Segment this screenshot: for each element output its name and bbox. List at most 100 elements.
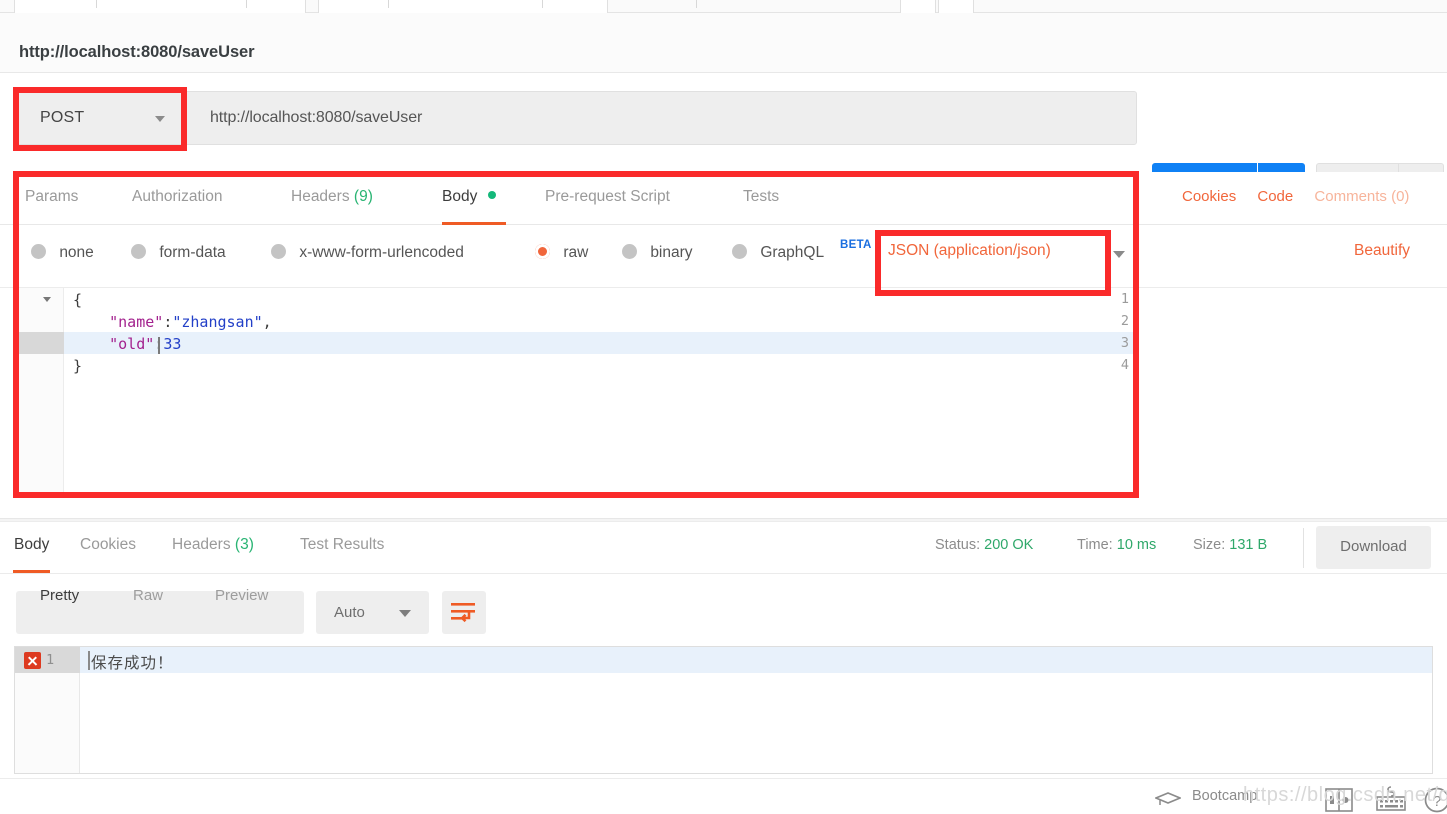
- tab-tests-label: Tests: [743, 188, 780, 205]
- status-value: 200 OK: [984, 537, 1034, 553]
- tab-headers-label: Headers: [291, 188, 350, 205]
- top-tab-strip[interactable]: [0, 0, 1447, 13]
- request-tab-bar: Params Authorization Headers (9) Body Pr…: [0, 172, 1447, 225]
- cookies-link[interactable]: Cookies: [1182, 188, 1236, 205]
- tab-params-label: Params: [25, 188, 79, 205]
- response-tab-body[interactable]: Body: [13, 536, 51, 573]
- divider: [1303, 528, 1304, 568]
- request-title-bar: http://localhost:8080/saveUser: [0, 13, 1447, 73]
- code-fold-toggle-icon[interactable]: [43, 297, 51, 302]
- text-cursor: [158, 337, 160, 354]
- request-right-links: Cookies Code Comments (0): [1165, 188, 1409, 205]
- body-type-none[interactable]: none: [31, 244, 94, 262]
- view-mode-raw[interactable]: Raw: [133, 587, 163, 604]
- response-status: Status: 200 OK: [935, 537, 1033, 553]
- view-mode-pretty[interactable]: Pretty: [40, 587, 79, 604]
- body-type-form-data[interactable]: form-data: [131, 244, 226, 262]
- body-type-urlencoded-label: x-www-form-urlencoded: [299, 244, 464, 261]
- code-link[interactable]: Code: [1257, 188, 1293, 205]
- line-number: 2: [1120, 313, 1129, 329]
- error-marker-icon[interactable]: [24, 652, 41, 669]
- tab-pre-request-script[interactable]: Pre-request Script: [545, 172, 670, 225]
- response-body-text: 保存成功！: [91, 654, 174, 672]
- response-tab-body-label: Body: [14, 536, 50, 553]
- response-tab-headers-label: Headers: [172, 536, 231, 553]
- tab-strip-segment[interactable]: [938, 0, 974, 13]
- response-line-number: 1: [46, 652, 55, 668]
- tab-strip-segment[interactable]: [14, 0, 306, 13]
- response-format-value: Auto: [334, 604, 365, 621]
- word-wrap-button[interactable]: [442, 591, 486, 634]
- tab-strip-segment[interactable]: [318, 0, 608, 13]
- page-title: http://localhost:8080/saveUser: [19, 43, 255, 61]
- status-label: Status:: [935, 537, 981, 553]
- body-type-none-label: none: [59, 244, 94, 261]
- status-bar: Bootcamp ?: [0, 778, 1447, 814]
- response-tab-test-results[interactable]: Test Results: [300, 536, 384, 554]
- url-input-value: http://localhost:8080/saveUser: [210, 109, 423, 126]
- request-body-editor[interactable]: 1 2 3 4 { "name":"zhangsan", "old":33 }: [14, 288, 1138, 494]
- response-body-toolbar: Pretty Raw Preview Auto: [0, 574, 1447, 646]
- size-label: Size:: [1193, 537, 1226, 553]
- graduation-cap-icon: [1155, 792, 1181, 805]
- postman-window: http://localhost:8080/saveUser POST http…: [0, 0, 1447, 814]
- response-format-select[interactable]: Auto: [316, 591, 429, 634]
- response-body-viewer[interactable]: 1 保存成功！: [14, 646, 1433, 774]
- content-type-select[interactable]: JSON (application/json): [888, 242, 1103, 270]
- active-line-gutter-highlight: [15, 332, 64, 354]
- body-type-graphql-label: GraphQL: [760, 244, 825, 261]
- graphql-beta-badge: BETA: [840, 239, 872, 251]
- line-number: 4: [1120, 357, 1129, 373]
- url-bar: POST http://localhost:8080/saveUser Send…: [0, 73, 1447, 220]
- radio-icon: [31, 244, 46, 259]
- time-label: Time:: [1077, 537, 1113, 553]
- body-type-binary-label: binary: [650, 244, 693, 261]
- tab-headers-count: (9): [353, 188, 373, 205]
- tab-body[interactable]: Body: [442, 172, 506, 225]
- body-present-dot-icon: [487, 191, 496, 199]
- response-line-highlight: [80, 647, 1432, 673]
- response-size: Size: 131 B: [1193, 537, 1267, 553]
- radio-icon: [271, 244, 286, 259]
- response-tab-cookies[interactable]: Cookies: [80, 536, 136, 554]
- response-tab-bar: Body Cookies Headers (3) Test Results St…: [0, 522, 1447, 574]
- tab-params[interactable]: Params: [25, 172, 78, 225]
- body-type-raw-label: raw: [563, 244, 589, 261]
- tab-body-label: Body: [442, 188, 478, 205]
- line-number: 3: [1120, 335, 1129, 351]
- radio-icon-selected: [535, 244, 550, 259]
- tab-strip-segment[interactable]: [900, 0, 936, 13]
- download-button-label: Download: [1340, 538, 1407, 555]
- editor-gutter: [15, 288, 64, 494]
- http-method-value: POST: [40, 109, 85, 126]
- response-tab-test-results-label: Test Results: [300, 536, 385, 553]
- response-tab-cookies-label: Cookies: [80, 536, 136, 553]
- http-method-select[interactable]: POST: [15, 91, 185, 145]
- active-line-highlight: [64, 332, 1137, 354]
- response-tab-headers[interactable]: Headers (3): [172, 536, 254, 554]
- radio-icon: [131, 244, 146, 259]
- size-value: 131 B: [1229, 537, 1268, 553]
- radio-icon: [622, 244, 637, 259]
- line-number: 1: [1120, 291, 1129, 307]
- comments-link[interactable]: Comments (0): [1314, 188, 1409, 205]
- chevron-down-icon: [399, 610, 411, 617]
- watermark: https://blog.csdn.net/qq_38948679: [1243, 784, 1447, 806]
- tab-pre-request-script-label: Pre-request Script: [545, 188, 670, 205]
- tab-headers[interactable]: Headers (9): [291, 172, 373, 225]
- body-type-binary[interactable]: binary: [622, 244, 693, 262]
- body-type-graphql[interactable]: GraphQL: [732, 244, 824, 262]
- tab-tests[interactable]: Tests: [743, 172, 779, 225]
- tab-authorization[interactable]: Authorization: [132, 172, 222, 225]
- chevron-down-icon[interactable]: [1113, 251, 1125, 258]
- time-value: 10 ms: [1116, 537, 1157, 553]
- tab-active-underline: [13, 570, 51, 573]
- body-type-raw[interactable]: raw: [535, 244, 588, 262]
- body-type-form-data-label: form-data: [159, 244, 226, 261]
- view-mode-preview[interactable]: Preview: [215, 587, 268, 604]
- download-button[interactable]: Download: [1316, 526, 1431, 569]
- url-input[interactable]: http://localhost:8080/saveUser: [185, 91, 1137, 145]
- body-type-urlencoded[interactable]: x-www-form-urlencoded: [271, 244, 464, 262]
- response-tab-headers-count: (3): [234, 536, 254, 553]
- beautify-button[interactable]: Beautify: [1354, 242, 1410, 260]
